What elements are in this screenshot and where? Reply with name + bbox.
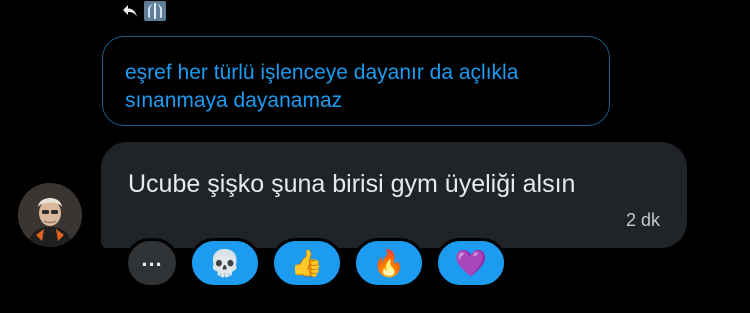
more-reactions-label: ... (141, 246, 163, 271)
message-text: Ucube şişko şuna birisi gym üyeliği alsı… (128, 170, 576, 198)
fire-icon: 🔥 (372, 247, 406, 278)
dm-conversation: eşref her türlü işlenceye dayanır da açl… (0, 0, 750, 313)
message-timestamp: 2 dk (625, 210, 660, 230)
reaction-purple-heart-button[interactable]: 💜 (435, 238, 507, 288)
quoted-message-text: eşref her türlü işlenceye dayanır da açl… (125, 61, 519, 112)
more-reactions-button[interactable]: ... (125, 238, 179, 288)
skull-icon: 💀 (208, 247, 242, 278)
avatar[interactable] (18, 183, 82, 247)
reaction-thumbs-up-button[interactable]: 👍 (271, 238, 343, 288)
quoted-message[interactable]: eşref her türlü işlenceye dayanır da açl… (102, 36, 610, 126)
purple-heart-icon: 💜 (454, 247, 488, 278)
reply-arrow-icon (122, 3, 138, 19)
reaction-bar: ... 💀 👍 🔥 💜 (125, 238, 507, 290)
reaction-skull-button[interactable]: 💀 (189, 238, 261, 288)
xray-image-icon[interactable] (144, 1, 166, 21)
thumbs-up-icon: 👍 (290, 247, 324, 278)
reply-indicator[interactable] (122, 0, 166, 22)
message-bubble[interactable]: Ucube şişko şuna birisi gym üyeliği alsı… (101, 142, 687, 248)
reaction-fire-button[interactable]: 🔥 (353, 238, 425, 288)
